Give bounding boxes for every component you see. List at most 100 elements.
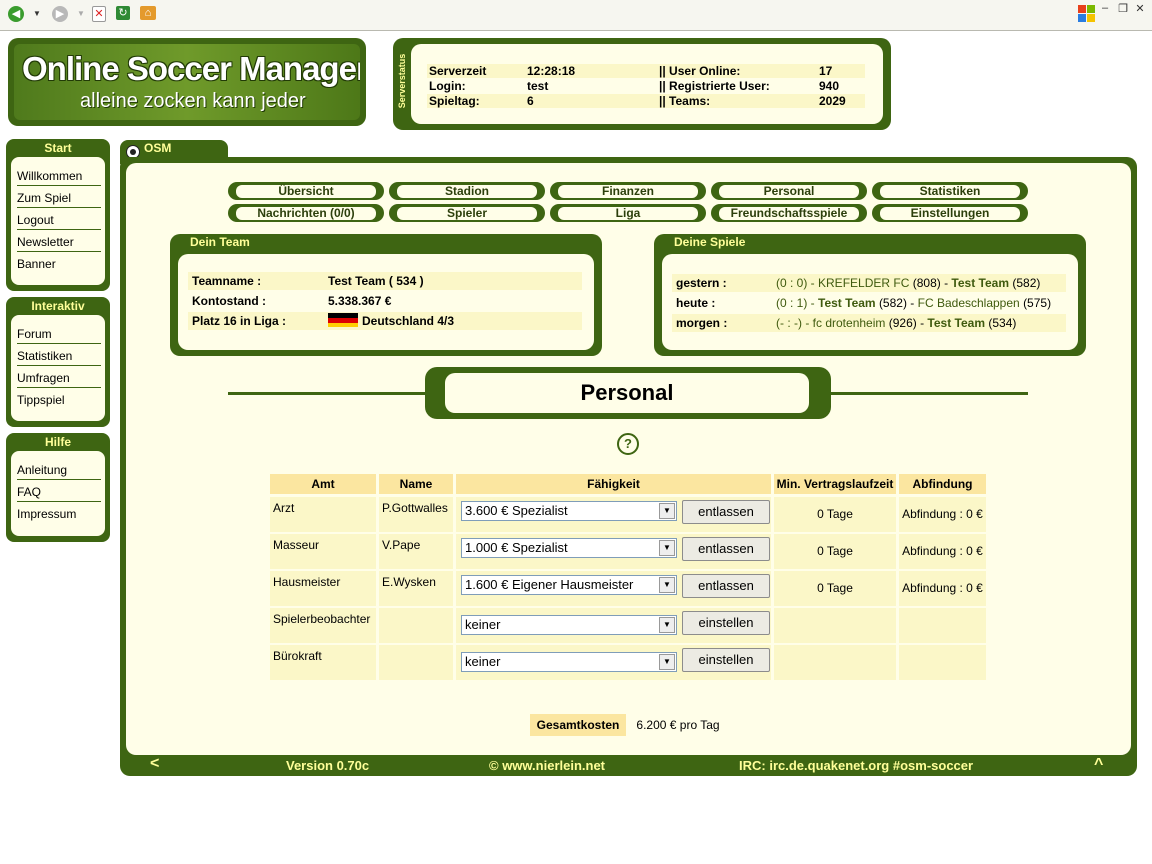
fire-button[interactable]: entlassen xyxy=(682,537,770,561)
stop-icon[interactable]: ✕ xyxy=(92,6,106,22)
sidebar-item-willkommen[interactable]: Willkommen xyxy=(17,169,101,186)
refresh-icon[interactable]: ↻ xyxy=(116,6,130,20)
top-link[interactable]: ^ xyxy=(1094,756,1103,774)
back-dropdown-icon[interactable]: ▼ xyxy=(33,9,41,18)
game-row: heute : (0 : 1) - Test Team (582) - FC B… xyxy=(672,294,1066,312)
nav-statistiken[interactable]: Statistiken xyxy=(872,182,1028,200)
footer-irc[interactable]: IRC: irc.de.quakenet.org #osm-soccer xyxy=(739,758,973,773)
game-home-team[interactable]: KREFELDER FC xyxy=(818,276,909,290)
sidebar-item-tippspiel[interactable]: Tippspiel xyxy=(17,393,101,409)
col-header-name: Name xyxy=(379,474,453,494)
fire-button[interactable]: entlassen xyxy=(682,500,770,524)
skill-select[interactable]: 1.600 € Eigener Hausmeister ▼ xyxy=(461,575,677,595)
skill-select[interactable]: keiner ▼ xyxy=(461,615,677,635)
sidebar-item-umfragen[interactable]: Umfragen xyxy=(17,371,101,388)
server-value: 940 xyxy=(819,79,840,93)
page-title: Personal xyxy=(425,367,831,419)
sidebar-item-forum[interactable]: Forum xyxy=(17,327,101,344)
sidebar-item-statistiken[interactable]: Statistiken xyxy=(17,349,101,366)
cell-abfindung: Abfindung : 0 € xyxy=(902,507,983,521)
cell-amt: Masseur xyxy=(273,538,320,552)
skill-select[interactable]: 1.000 € Spezialist ▼ xyxy=(461,538,677,558)
hire-button[interactable]: einstellen xyxy=(682,611,770,635)
nav-stadion[interactable]: Stadion xyxy=(389,182,545,200)
nav-finanzen[interactable]: Finanzen xyxy=(550,182,706,200)
footer-copyright-link[interactable]: © www.nierlein.net xyxy=(489,758,605,773)
cell-laufzeit: 0 Tage xyxy=(817,507,853,521)
games-box-title: Deine Spiele xyxy=(674,235,746,249)
heading-divider-right xyxy=(830,392,1028,395)
cell-amt: Bürokraft xyxy=(273,649,322,663)
game-away-team[interactable]: FC Badeschlappen xyxy=(918,296,1020,310)
skill-select[interactable]: keiner ▼ xyxy=(461,652,677,672)
game-home-team[interactable]: Test Team xyxy=(818,296,876,310)
sidebar-item-zum-spiel[interactable]: Zum Spiel xyxy=(17,191,101,208)
chevron-down-icon: ▼ xyxy=(659,577,675,593)
sidebar-hilfe-title: Hilfe xyxy=(44,435,71,449)
forward-dropdown-icon[interactable]: ▼ xyxy=(77,9,85,18)
fire-button[interactable]: entlassen xyxy=(682,574,770,598)
hire-button[interactable]: einstellen xyxy=(682,648,770,672)
game-row: gestern : (0 : 0) - KREFELDER FC (808) -… xyxy=(672,274,1066,292)
game-away-team[interactable]: Test Team xyxy=(927,316,985,330)
forward-arrow-icon[interactable]: ▶ xyxy=(52,6,68,22)
sidebar-item-faq[interactable]: FAQ xyxy=(17,485,101,502)
nav-freundschaftsspiele[interactable]: Freundschaftsspiele xyxy=(711,204,867,222)
nav-liga[interactable]: Liga xyxy=(550,204,706,222)
nav-uebersicht[interactable]: Übersicht xyxy=(228,182,384,200)
platz-label: Platz 16 in Liga : xyxy=(192,314,287,328)
game-line: (0 : 1) - Test Team (582) - FC Badeschla… xyxy=(776,296,1052,310)
game-day: morgen : xyxy=(676,316,728,330)
sidebar-item-impressum[interactable]: Impressum xyxy=(17,507,101,523)
server-row: Serverzeit 12:28:18 || User Online: 17 xyxy=(427,64,865,78)
nav-einstellungen[interactable]: Einstellungen xyxy=(872,204,1028,222)
team-row-platz: Platz 16 in Liga : Deutschland 4/3 xyxy=(188,312,582,330)
nav-nachrichten[interactable]: Nachrichten (0/0) xyxy=(228,204,384,222)
game-row: morgen : (- : -) - fc drotenheim (926) -… xyxy=(672,314,1066,332)
cell-abfindung: Abfindung : 0 € xyxy=(902,581,983,595)
teamname-value: Test Team ( 534 ) xyxy=(328,274,424,288)
minimize-icon[interactable]: – xyxy=(1098,2,1112,14)
windows-logo-icon xyxy=(1074,2,1100,26)
germany-flag-icon xyxy=(328,313,358,327)
game-away-team[interactable]: Test Team xyxy=(951,276,1009,290)
server-key: || Teams: xyxy=(659,94,711,108)
back-link[interactable]: < xyxy=(150,755,159,773)
nav-personal[interactable]: Personal xyxy=(711,182,867,200)
back-arrow-icon[interactable]: ◀ xyxy=(8,6,24,22)
server-row: Spieltag: 6 || Teams: 2029 xyxy=(427,94,865,108)
col-header-laufzeit: Min. Vertragslaufzeit xyxy=(774,474,896,494)
site-logo[interactable]: Online Soccer Manager alleine zocken kan… xyxy=(8,38,366,126)
sidebar-item-anleitung[interactable]: Anleitung xyxy=(17,463,101,480)
server-value: 17 xyxy=(819,64,833,78)
liga-value[interactable]: Deutschland 4/3 xyxy=(362,314,454,328)
cell-name: P.Gottwalles xyxy=(382,501,448,515)
skill-select[interactable]: 3.600 € Spezialist ▼ xyxy=(461,501,677,521)
sidebar-item-banner[interactable]: Banner xyxy=(17,257,101,273)
help-icon[interactable]: ? xyxy=(617,433,639,455)
server-key: Serverzeit xyxy=(429,64,487,78)
col-header-abfindung: Abfindung xyxy=(899,474,986,494)
restore-icon[interactable]: ❐ xyxy=(1116,2,1130,15)
sidebar-item-logout[interactable]: Logout xyxy=(17,213,101,230)
tab-osm-label: OSM xyxy=(144,141,172,155)
server-value: 6 xyxy=(527,94,534,108)
nav-spieler[interactable]: Spieler xyxy=(389,204,545,222)
close-icon[interactable]: ✕ xyxy=(1133,2,1147,15)
server-key: Spieltag: xyxy=(429,94,480,108)
chevron-down-icon: ▼ xyxy=(659,654,675,670)
chevron-down-icon: ▼ xyxy=(659,503,675,519)
server-status-panel: Serverstatus Serverzeit 12:28:18 || User… xyxy=(393,38,891,130)
sidebar-interaktiv: Interaktiv Forum Statistiken Umfragen Ti… xyxy=(6,297,110,427)
home-icon[interactable]: ⌂ xyxy=(140,6,156,20)
game-line: (0 : 0) - KREFELDER FC (808) - Test Team… xyxy=(776,276,1041,290)
server-row: Login: test || Registrierte User: 940 xyxy=(427,79,865,93)
team-box: Dein Team Teamname : Test Team ( 534 ) K… xyxy=(170,234,602,356)
sidebar-item-newsletter[interactable]: Newsletter xyxy=(17,235,101,252)
browser-toolbar: ◀ ▼ ▶ ▼ ✕ ↻ ⌂ – ❐ ✕ xyxy=(0,0,1152,31)
cell-name: E.Wysken xyxy=(382,575,436,589)
server-value: 2029 xyxy=(819,94,846,108)
game-home-team[interactable]: fc drotenheim xyxy=(813,316,886,330)
cell-amt: Hausmeister xyxy=(273,575,341,589)
col-header-faehigkeit: Fähigkeit xyxy=(456,474,771,494)
